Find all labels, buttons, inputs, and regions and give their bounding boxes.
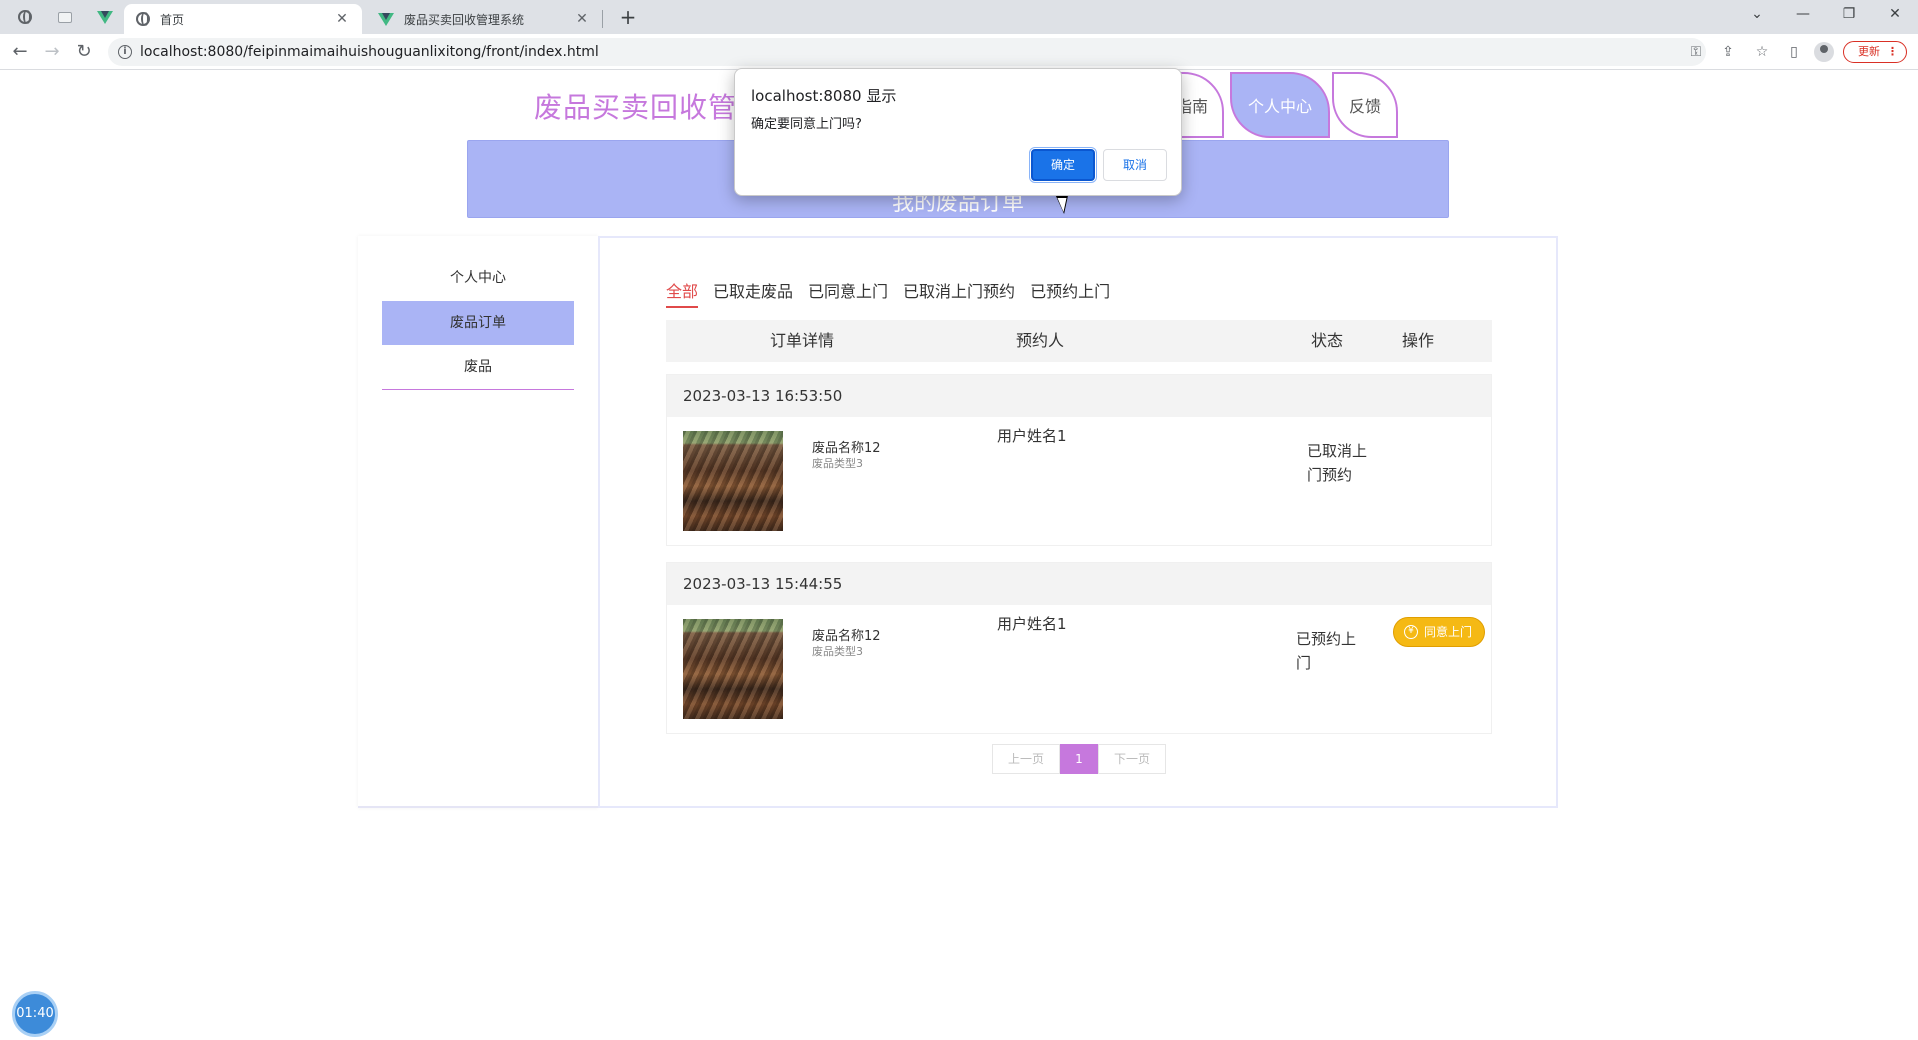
back-arrow-icon[interactable]: ← xyxy=(8,40,32,64)
status-line: 门预约 xyxy=(1307,466,1353,484)
nav-feedback[interactable]: 反馈 xyxy=(1332,72,1398,138)
tab-search-icon[interactable]: ⌄ xyxy=(1734,0,1780,30)
item-thumbnail[interactable] xyxy=(683,431,783,531)
update-label: 更新 xyxy=(1858,45,1880,58)
star-icon[interactable]: ☆ xyxy=(1752,42,1772,62)
nav-user-center[interactable]: 个人中心 xyxy=(1230,72,1330,138)
side-panel-icon[interactable]: ▯ xyxy=(1784,42,1804,62)
order-card: 2023-03-13 15:44:55 废品名称12 废品类型3 用户姓名1 已… xyxy=(666,562,1492,734)
filter-agreed[interactable]: 已同意上门 xyxy=(808,278,888,308)
order-card: 2023-03-13 16:53:50 废品名称12 废品类型3 用户姓名1 已… xyxy=(666,374,1492,546)
header-reserver: 预约人 xyxy=(1016,331,1065,350)
status-line: 已预约上 xyxy=(1296,630,1357,648)
globe-icon xyxy=(18,10,32,24)
yen-coin-icon: ¥ xyxy=(1404,625,1418,639)
item-type: 废品类型3 xyxy=(812,645,863,658)
order-status: 已取消上 门预约 xyxy=(1307,439,1383,487)
prev-page-button[interactable]: 上一页 xyxy=(992,744,1060,774)
key-icon[interactable]: ⚿ xyxy=(1686,42,1706,62)
pagination: 上一页 1 下一页 xyxy=(992,744,1166,774)
header-detail: 订单详情 xyxy=(770,331,835,350)
filter-reserved[interactable]: 已预约上门 xyxy=(1030,278,1110,308)
window-close-button[interactable]: ✕ xyxy=(1872,0,1918,30)
more-icon: ⋮ xyxy=(1887,45,1898,58)
status-line: 已取消上 xyxy=(1307,442,1368,460)
tab-title: 首页 xyxy=(160,12,185,27)
ok-button[interactable]: 确定 xyxy=(1029,147,1097,183)
update-button[interactable]: 更新 ⋮ xyxy=(1843,41,1907,63)
nav-label: 个人中心 xyxy=(1247,97,1312,116)
close-icon[interactable]: ✕ xyxy=(574,11,590,27)
order-time: 2023-03-13 16:53:50 xyxy=(667,375,1491,417)
vue-logo-icon xyxy=(97,10,113,24)
dialog-message: 确定要同意上门吗? xyxy=(751,117,862,132)
pinned-tab-vue[interactable] xyxy=(94,6,116,28)
header-action: 操作 xyxy=(1402,331,1435,350)
url-text[interactable]: localhost:8080/feipinmaimaihuishouguanli… xyxy=(140,38,599,66)
timer-badge[interactable]: 01:40 xyxy=(12,991,58,1037)
address-bar[interactable]: i localhost:8080/feipinmaimaihuishouguan… xyxy=(108,38,1768,66)
filter-picked-up[interactable]: 已取走废品 xyxy=(713,278,793,308)
header-status: 状态 xyxy=(1311,331,1344,350)
close-icon[interactable]: ✕ xyxy=(334,11,350,27)
site-title: 废品买卖回收管理 xyxy=(534,91,734,124)
menu-divider xyxy=(382,389,574,390)
current-page[interactable]: 1 xyxy=(1060,744,1098,774)
info-icon[interactable]: i xyxy=(118,45,132,59)
agree-visit-button[interactable]: ¥ 同意上门 xyxy=(1393,617,1485,647)
status-filter-tabs: 全部 已取走废品 已同意上门 已取消上门预约 已预约上门 xyxy=(666,278,1110,308)
sidebar-item-items[interactable]: 废品 xyxy=(382,345,574,389)
cancel-button[interactable]: 取消 xyxy=(1103,149,1167,181)
table-header: 订单详情 预约人 状态 操作 xyxy=(666,320,1492,362)
profile-avatar[interactable] xyxy=(1814,42,1834,62)
reload-icon[interactable]: ↻ xyxy=(72,40,96,64)
sidebar-item-orders[interactable]: 废品订单 xyxy=(382,301,574,345)
tab-system[interactable]: 废品买卖回收管理系统 ✕ xyxy=(366,4,602,34)
filter-all[interactable]: 全部 xyxy=(666,278,699,308)
blank-page-icon xyxy=(58,11,72,23)
next-page-button[interactable]: 下一页 xyxy=(1098,744,1166,774)
dialog-title: localhost:8080 显示 xyxy=(751,87,897,105)
item-type: 废品类型3 xyxy=(812,457,863,470)
vue-logo-icon xyxy=(378,12,394,26)
tab-title: 废品买卖回收管理系统 xyxy=(404,12,525,27)
confirm-dialog: localhost:8080 显示 确定要同意上门吗? 确定 取消 xyxy=(734,68,1182,196)
filter-cancelled[interactable]: 已取消上门预约 xyxy=(903,278,1015,308)
order-time: 2023-03-13 15:44:55 xyxy=(667,563,1491,605)
reserver-name: 用户姓名1 xyxy=(997,615,1067,633)
reserver-name: 用户姓名1 xyxy=(997,427,1067,445)
browser-tab-bar: 首页 ✕ 废品买卖回收管理系统 ✕ + ⌄ — ❐ ✕ xyxy=(0,0,1918,34)
agree-label: 同意上门 xyxy=(1424,625,1473,639)
pinned-tab-blank[interactable] xyxy=(54,6,76,28)
sidebar-item-user-center[interactable]: 个人中心 xyxy=(382,256,574,300)
tab-home[interactable]: 首页 ✕ xyxy=(124,4,362,34)
new-tab-button[interactable]: + xyxy=(614,4,642,30)
pinned-tab-globe[interactable] xyxy=(14,6,36,28)
order-status: 已预约上 门 xyxy=(1296,627,1372,675)
browser-toolbar: ← → ↻ i localhost:8080/feipinmaimaihuish… xyxy=(0,34,1918,70)
globe-icon xyxy=(136,12,150,26)
forward-arrow-icon[interactable]: → xyxy=(40,40,64,64)
tab-separator xyxy=(602,10,603,28)
share-icon[interactable]: ⇪ xyxy=(1718,42,1738,62)
user-sidebar: 个人中心 废品订单 废品 xyxy=(358,236,598,808)
item-name: 废品名称12 xyxy=(812,629,881,644)
restore-button[interactable]: ❐ xyxy=(1826,0,1872,30)
nav-label: 反馈 xyxy=(1348,97,1381,116)
minimize-button[interactable]: — xyxy=(1780,0,1826,30)
status-line: 门 xyxy=(1296,654,1312,672)
item-name: 废品名称12 xyxy=(812,441,881,456)
item-thumbnail[interactable] xyxy=(683,619,783,719)
orders-panel: 全部 已取走废品 已同意上门 已取消上门预约 已预约上门 订单详情 预约人 状态… xyxy=(598,236,1558,808)
